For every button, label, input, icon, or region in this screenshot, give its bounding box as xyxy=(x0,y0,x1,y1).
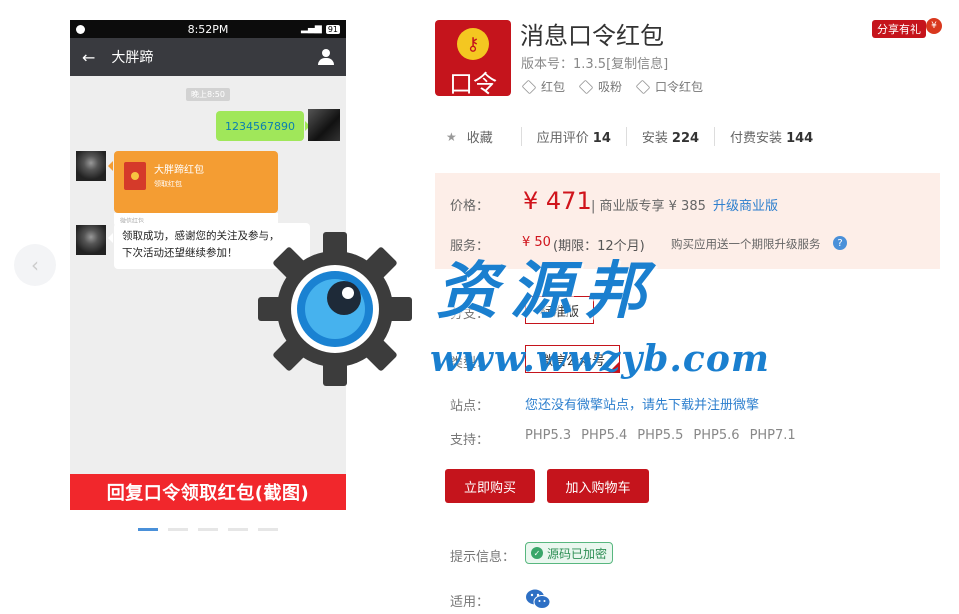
watermark-url: www.wwzyb.com xyxy=(430,338,770,380)
tag[interactable]: 口令红包 xyxy=(635,78,704,95)
gallery-dot[interactable] xyxy=(198,528,218,531)
gallery-dot[interactable] xyxy=(138,528,158,531)
upgrade-link[interactable]: 升级商业版 xyxy=(713,195,778,214)
pro-price: | 商业版专享 ¥ 385 xyxy=(591,199,706,214)
redpacket-message: 大胖蹄红包 领取红包 xyxy=(108,151,278,213)
gallery-dot[interactable] xyxy=(228,528,248,531)
chat-title: 大胖蹄 xyxy=(111,50,154,66)
page: ‹ 8:52PM ▂▄▆ 91 ← 大胖蹄 晚上8:50 1234567890 大… xyxy=(0,0,959,614)
register-site-link[interactable]: 您还没有微擎站点，请先下载并注册微擎 xyxy=(525,394,759,413)
phone-chat-header: ← 大胖蹄 xyxy=(70,38,346,76)
redpacket-title: 大胖蹄红包 xyxy=(154,165,204,176)
tag-icon xyxy=(521,79,537,94)
gift-icon[interactable]: ¥ xyxy=(926,18,942,34)
rating-value: 14 xyxy=(592,131,611,146)
php-version: PHP5.5 xyxy=(637,428,684,443)
app-icon-text: 口令 xyxy=(449,70,497,96)
php-version: PHP7.1 xyxy=(749,428,796,443)
star-icon: ★ xyxy=(446,129,457,144)
php-version: PHP5.6 xyxy=(693,428,740,443)
paid-install-stat: 付费安装 144 xyxy=(714,127,828,146)
install-value: 224 xyxy=(671,131,700,146)
tag-icon xyxy=(635,79,651,94)
encrypted-text: 源码已加密 xyxy=(547,546,608,561)
sent-message: 1234567890 xyxy=(216,111,310,141)
tag-list: 红包 吸粉 口令红包 xyxy=(521,78,704,95)
add-to-cart-button[interactable]: 加入购物车 xyxy=(547,469,649,503)
lock-icon: ✓ xyxy=(531,547,543,559)
support-label: 支持： xyxy=(450,433,490,448)
install-label: 安装 xyxy=(641,131,668,146)
gallery-dot[interactable] xyxy=(168,528,188,531)
php-version: PHP5.4 xyxy=(581,428,628,443)
app-version[interactable]: 版本号：1.3.5[复制信息] xyxy=(521,53,668,72)
key-icon: ⚷ xyxy=(457,28,489,60)
gallery-dots xyxy=(138,528,278,531)
tag[interactable]: 红包 xyxy=(521,78,566,95)
watermark-text: 资源邦 xyxy=(436,254,659,327)
paid-install-value: 144 xyxy=(786,131,814,146)
chevron-left-icon: ‹ xyxy=(31,253,39,277)
php-support-list: PHP5.3 PHP5.4 PHP5.5 PHP5.6 PHP7.1 xyxy=(525,428,796,443)
price-value: ¥ 471 xyxy=(523,187,592,215)
tag-label: 口令红包 xyxy=(655,80,704,94)
tag-label: 吸粉 xyxy=(598,80,623,94)
help-icon[interactable]: ? xyxy=(833,236,847,250)
back-arrow-icon: ← xyxy=(82,47,96,67)
tag-label: 红包 xyxy=(541,80,566,94)
gallery-dot[interactable] xyxy=(258,528,278,531)
favorite-label: 收藏 xyxy=(466,131,493,146)
php-version: PHP5.3 xyxy=(525,428,572,443)
app-icon: ⚷ 口令 xyxy=(435,20,511,96)
buy-now-button[interactable]: 立即购买 xyxy=(445,469,535,503)
share-button[interactable]: 分享有礼 xyxy=(872,20,926,38)
watermark-gear-icon xyxy=(258,232,412,386)
hint-label: 提示信息： xyxy=(450,550,516,565)
sender-avatar xyxy=(76,225,106,255)
chat-timestamp: 晚上8:50 xyxy=(186,88,230,101)
paid-install-label: 付费安装 xyxy=(730,131,783,146)
phone-time: 8:52PM xyxy=(187,22,229,36)
tag-icon xyxy=(578,79,594,94)
favorite-button[interactable]: ★ 收藏 xyxy=(446,127,493,147)
price-label: 价格： xyxy=(450,199,490,214)
site-label: 站点： xyxy=(450,399,490,414)
apply-label: 适用： xyxy=(450,595,490,610)
rating-label: 应用评价 xyxy=(536,131,589,146)
wechat-icon xyxy=(526,589,551,609)
redpacket-icon xyxy=(124,162,146,190)
encrypted-badge: ✓ 源码已加密 xyxy=(525,542,614,564)
phone-status-bar: 8:52PM ▂▄▆ 91 xyxy=(70,20,346,38)
rating-stat[interactable]: 应用评价 14 xyxy=(520,127,626,146)
app-title: 消息口令红包 xyxy=(520,22,664,50)
sender-avatar xyxy=(76,151,106,181)
redpacket-sub: 领取红包 xyxy=(154,180,182,188)
app-stats: ★ 收藏 应用评价 14 安装 224 付费安装 144 xyxy=(446,127,828,146)
my-avatar xyxy=(308,109,340,141)
person-icon xyxy=(318,49,334,65)
gallery-prev-button[interactable]: ‹ xyxy=(14,244,56,286)
screenshot-banner: 回复口令领取红包(截图) xyxy=(70,474,346,510)
tag[interactable]: 吸粉 xyxy=(578,78,623,95)
install-stat: 安装 224 xyxy=(625,127,714,146)
service-note: 购买应用送一个期限升级服务 xyxy=(671,237,821,251)
